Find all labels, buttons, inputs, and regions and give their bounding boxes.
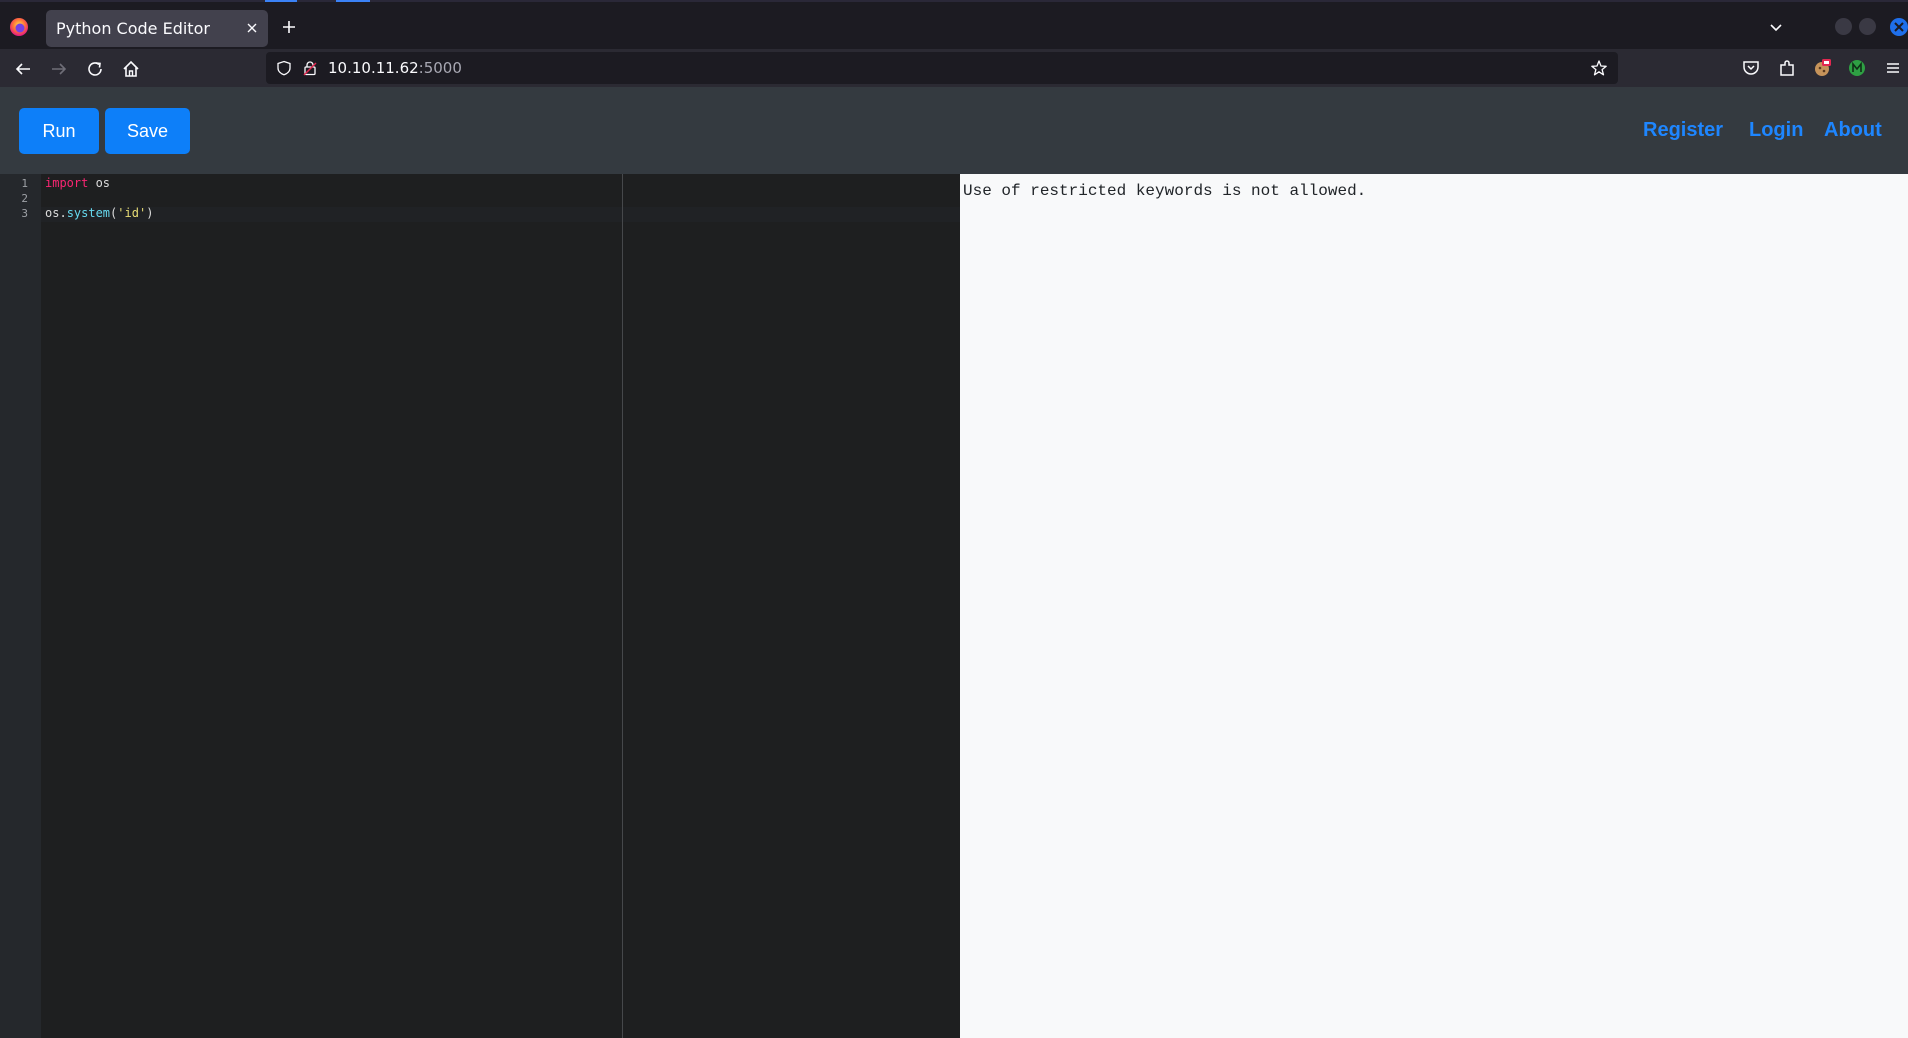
tab-strip-accent <box>265 0 297 2</box>
identifier-token: os <box>88 176 111 190</box>
function-token: system <box>66 206 111 220</box>
register-link[interactable]: Register <box>1643 119 1723 142</box>
url-host: 10.10.11.62 <box>328 59 419 77</box>
bookmark-star-icon[interactable] <box>1590 59 1608 77</box>
chevron-down-icon[interactable] <box>1766 17 1786 37</box>
firefox-logo-icon[interactable] <box>8 16 30 38</box>
web-page: Run Save Register Login About 1 2 3 impo… <box>0 87 1908 1038</box>
output-text: Use of restricted keywords is not allowe… <box>963 182 1367 200</box>
hamburger-menu-icon[interactable] <box>1883 58 1903 78</box>
home-icon[interactable] <box>120 58 142 80</box>
tab-title: Python Code Editor <box>56 19 210 38</box>
app-header: Run Save Register Login About <box>0 87 1908 174</box>
green-m-extension-icon[interactable] <box>1847 58 1867 78</box>
url-port: :5000 <box>418 59 462 77</box>
new-tab-plus-icon[interactable] <box>279 17 299 37</box>
print-margin-line <box>622 174 623 1038</box>
browser-tab-active[interactable]: Python Code Editor <box>46 10 268 47</box>
string-token: 'id' <box>117 206 147 220</box>
close-tab-icon[interactable] <box>244 20 260 36</box>
pocket-icon[interactable] <box>1741 58 1761 78</box>
browser-tab-strip: Python Code Editor <box>0 0 1908 49</box>
code-line-1[interactable]: import os <box>45 176 110 191</box>
paren-token: ) <box>146 206 154 220</box>
about-link[interactable]: About <box>1824 119 1882 142</box>
window-close-button[interactable] <box>1890 18 1908 36</box>
forward-arrow-icon[interactable] <box>48 58 70 80</box>
keyword-token: import <box>45 176 89 190</box>
run-button[interactable]: Run <box>19 108 99 154</box>
code-editor[interactable]: 1 2 3 import os os.system('id') <box>0 174 960 1038</box>
line-number-gutter: 1 2 3 <box>0 174 41 1038</box>
window-maximize-button[interactable] <box>1859 18 1876 35</box>
browser-nav-toolbar: 10.10.11.62:5000 <box>0 49 1908 87</box>
reload-icon[interactable] <box>84 58 106 80</box>
save-button[interactable]: Save <box>105 108 190 154</box>
line-number: 2 <box>21 192 28 205</box>
address-bar[interactable]: 10.10.11.62:5000 <box>266 52 1618 84</box>
insecure-lock-icon[interactable] <box>302 60 318 76</box>
code-line-3[interactable]: os.system('id') <box>45 206 153 221</box>
line-number: 1 <box>21 177 28 190</box>
identifier-token: os. <box>45 206 67 220</box>
output-panel: Use of restricted keywords is not allowe… <box>960 174 1908 1038</box>
line-number: 3 <box>21 207 28 220</box>
url-text[interactable]: 10.10.11.62:5000 <box>328 59 462 77</box>
extensions-puzzle-icon[interactable] <box>1777 58 1797 78</box>
window-minimize-button[interactable] <box>1835 18 1852 35</box>
login-link[interactable]: Login <box>1749 119 1803 142</box>
tab-strip-accent <box>336 0 370 2</box>
back-arrow-icon[interactable] <box>12 58 34 80</box>
tracking-shield-icon[interactable] <box>276 60 292 76</box>
cookie-extension-icon[interactable] <box>1812 58 1832 78</box>
active-line-highlight <box>41 207 960 222</box>
